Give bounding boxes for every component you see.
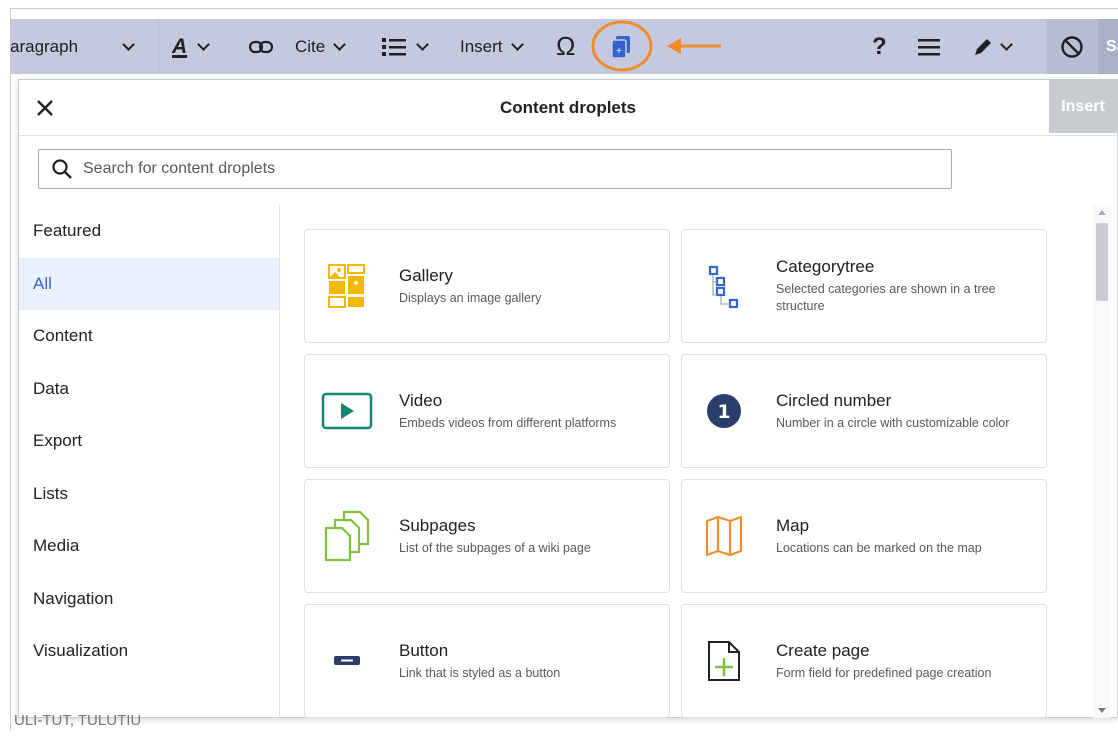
droplet-card-video[interactable]: Video Embeds videos from different platf… [304,354,670,468]
droplet-card-create-page[interactable]: Create page Form field for predefined pa… [681,604,1047,718]
edit-mode-dropdown[interactable] [972,19,1013,74]
page-options-button[interactable] [918,19,940,74]
droplet-name: Create page [776,640,870,660]
sidebar-item-export[interactable]: Export [19,415,279,468]
editor-toolbar: aragraph A Cite Insert Ω + ? S [10,19,1118,74]
droplet-name: Circled number [776,390,892,410]
pencil-icon [975,38,991,55]
save-button[interactable]: Sa [1098,19,1118,74]
chevron-down-icon [197,37,211,51]
droplet-grid-scrollbar[interactable] [1093,205,1111,718]
scroll-up-icon[interactable] [1098,210,1106,215]
subpages-icon [324,510,370,562]
sidebar-item-all[interactable]: All [19,257,279,310]
droplet-card-map[interactable]: Map Locations can be marked on the map [681,479,1047,593]
droplet-card-circled-number[interactable]: 1 Circled number Number in a circle with… [681,354,1047,468]
link-button[interactable] [248,19,274,74]
bulleted-list-icon [382,37,406,56]
droplet-description: Number in a circle with customizable col… [776,415,1010,430]
button-icon [334,656,360,665]
search-icon [52,159,72,179]
droplet-name: Gallery [399,265,453,285]
insert-dropdown[interactable]: Insert [460,19,524,74]
highlight-circle [591,20,653,72]
droplet-card-subpages[interactable]: Subpages List of the subpages of a wiki … [304,479,670,593]
droplet-name: Map [776,515,810,535]
droplet-name: Subpages [399,515,476,535]
menu-icon [918,38,940,55]
gallery-icon [328,264,365,308]
paragraph-format-dropdown[interactable]: aragraph [10,19,155,74]
content-droplets-dialog: Content droplets Insert Featured All Con… [18,79,1118,718]
insert-button[interactable]: Insert [1049,80,1117,133]
omega-icon: Ω [556,31,576,61]
sidebar-item-featured[interactable]: Featured [19,205,279,258]
sidebar-item-visualization[interactable]: Visualization [19,625,279,678]
list-dropdown[interactable] [382,19,429,74]
insert-label: Insert [460,36,503,56]
video-icon [321,392,373,430]
droplet-description: Embeds videos from different platforms [399,415,617,430]
scroll-down-icon[interactable] [1098,708,1106,713]
underlying-page-text: ULI-TUT, TULUTIU [14,712,142,729]
droplet-card-gallery[interactable]: Gallery Displays an image gallery [304,229,670,343]
link-icon [248,40,274,53]
circled-number-icon: 1 [707,394,741,428]
droplet-description: Form field for predefined page creation [776,665,992,680]
circled-number-text: 1 [717,401,730,423]
pointer-arrow-icon [667,38,721,54]
search-input[interactable] [81,159,905,179]
chevron-down-icon [333,37,347,51]
chevron-down-icon [122,37,135,51]
droplet-description: Link that is styled as a button [399,665,561,680]
droplet-description: Selected categories are shown in a tree … [776,282,996,313]
category-tree-icon [708,265,739,309]
text-style-icon: A [172,34,188,58]
cancel-icon [1061,35,1083,58]
droplet-name: Categorytree [776,257,875,276]
map-icon [705,515,743,557]
chevron-down-icon [510,37,524,51]
cancel-button[interactable] [1046,19,1098,74]
special-character-button[interactable]: Ω [556,19,575,74]
save-label: Sa [1106,37,1118,55]
droplet-description: Displays an image gallery [399,290,542,305]
droplet-search-box[interactable] [38,149,952,189]
category-sidebar: Featured All Content Data Export Lists M… [19,205,280,718]
droplet-name: Video [399,390,443,410]
droplet-card-categorytree[interactable]: Categorytree Selected categories are sho… [681,229,1047,343]
dialog-header: Content droplets Insert [19,80,1117,136]
help-button[interactable]: ? [872,19,887,74]
help-icon: ? [872,32,887,60]
droplet-description: List of the subpages of a wiki page [399,540,591,555]
sidebar-item-media[interactable]: Media [19,520,279,573]
chevron-down-icon [1000,37,1013,51]
sidebar-item-data[interactable]: Data [19,363,279,416]
text-style-dropdown[interactable]: A [172,19,211,74]
cite-label: Cite [295,36,326,56]
create-page-icon [708,641,740,681]
sidebar-item-lists[interactable]: Lists [19,468,279,521]
droplet-description: Locations can be marked on the map [776,540,982,555]
chevron-down-icon [416,37,429,51]
paragraph-format-label: aragraph [10,36,79,56]
droplet-name: Button [399,640,449,660]
sidebar-item-navigation[interactable]: Navigation [19,573,279,626]
droplet-grid: Gallery Displays an image gallery Catego… [304,229,1049,719]
dialog-title: Content droplets [500,98,636,117]
toolbar-divider [158,19,159,74]
cite-dropdown[interactable]: Cite [295,19,347,74]
droplet-card-button[interactable]: Button Link that is styled as a button [304,604,670,718]
scrollbar-thumb[interactable] [1096,223,1108,301]
sidebar-item-content[interactable]: Content [19,310,279,363]
